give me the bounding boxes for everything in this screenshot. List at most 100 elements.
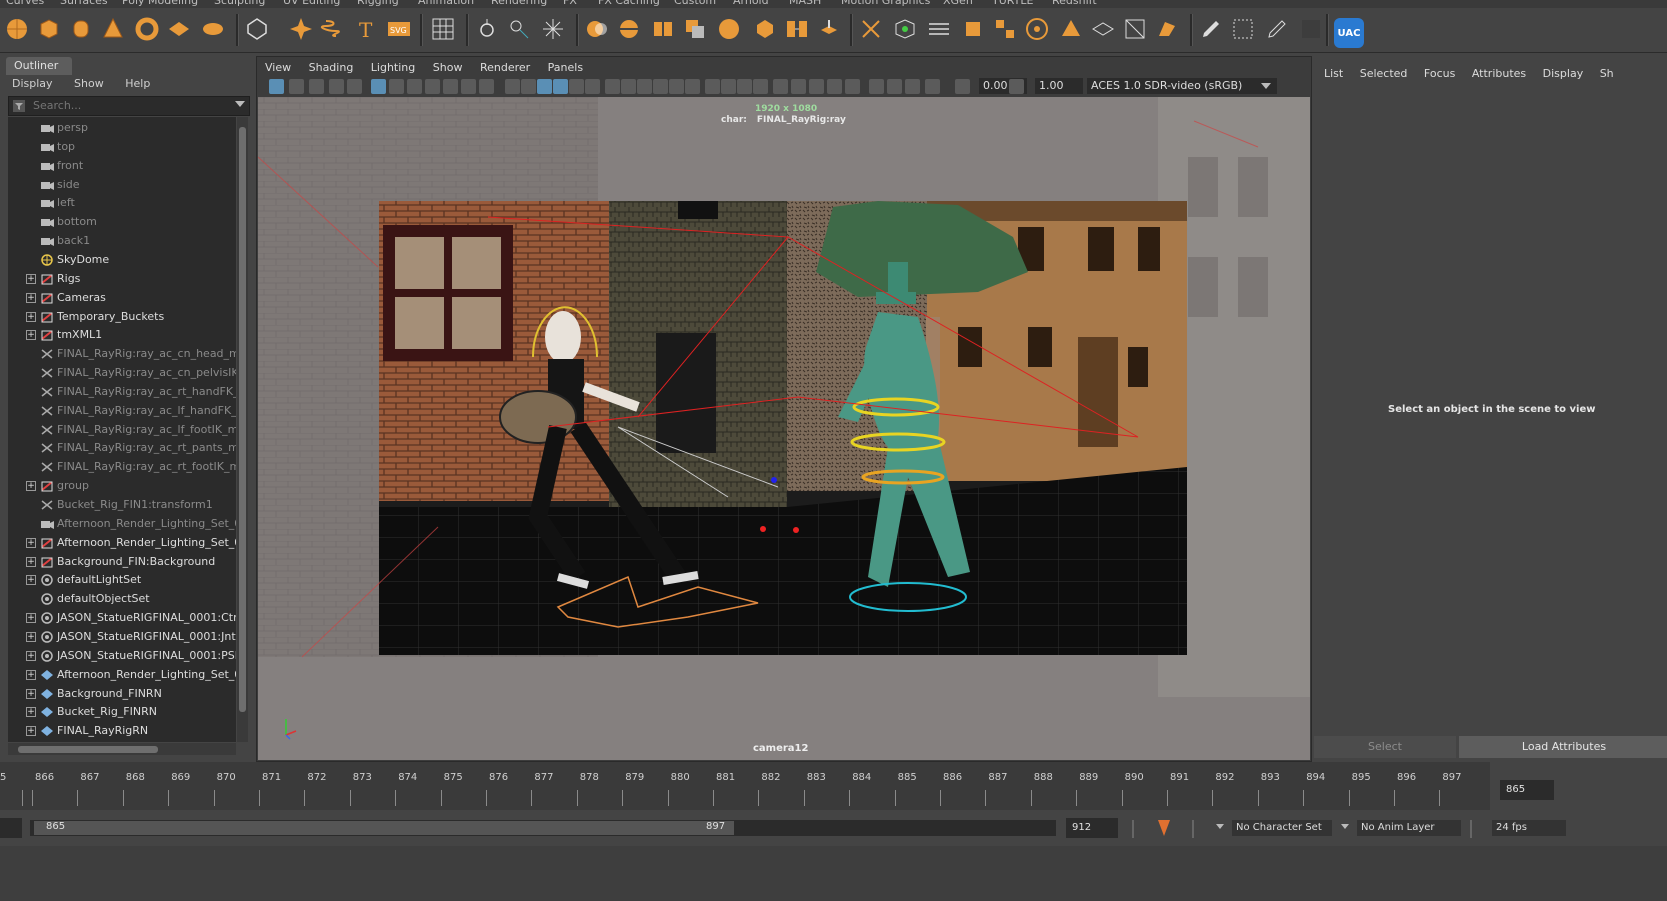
expand-icon[interactable]: + [26, 330, 36, 341]
view-transform-icon[interactable] [809, 79, 824, 94]
outliner-item[interactable]: + FINAL_RayRigRN [8, 722, 236, 740]
poke-icon[interactable] [1022, 14, 1052, 44]
grid-toggle-icon[interactable] [389, 79, 404, 94]
scrollbar-thumb[interactable] [239, 127, 246, 712]
platonic-icon[interactable] [242, 14, 272, 44]
outliner-item[interactable]: + Temporary_Buckets [8, 308, 236, 326]
shelf-tab-arnold[interactable]: Arnold [733, 0, 769, 7]
outliner-item[interactable]: + group [8, 477, 236, 495]
outliner-item[interactable]: FINAL_RayRig:ray_ac_lf_handFK_moti [8, 402, 236, 420]
booleans-icon[interactable] [680, 14, 710, 44]
animation-end-field[interactable]: 912 [1066, 818, 1118, 838]
frame-all-icon[interactable] [905, 79, 920, 94]
2d-pan-icon[interactable] [347, 79, 362, 94]
outliner-item[interactable]: + Background_FIN:Background [8, 553, 236, 571]
outliner-item[interactable]: side [8, 176, 236, 194]
chevron-down-icon[interactable] [1341, 824, 1349, 829]
expand-icon[interactable]: + [26, 481, 36, 492]
outliner-vertical-scrollbar[interactable] [237, 117, 248, 742]
attr-menu-attributes[interactable]: Attributes [1472, 67, 1526, 80]
xray-joints-icon[interactable] [705, 79, 720, 94]
viewport-menu-show[interactable]: Show [433, 61, 463, 74]
outliner-item[interactable]: + JASON_StatueRIGFINAL_0001:PSD_Set [8, 647, 236, 665]
chevron-down-icon[interactable] [1216, 824, 1224, 829]
depth-of-field-icon[interactable] [653, 79, 668, 94]
expand-icon[interactable]: + [26, 669, 36, 680]
outliner-item[interactable]: Afternoon_Render_Lighting_Set_0001 [8, 515, 236, 533]
select-button[interactable]: Select [1314, 736, 1456, 758]
multi-cut-icon[interactable] [856, 14, 886, 44]
exposure-reset-icon[interactable] [955, 79, 970, 94]
shelf-tab-turtle[interactable]: TURTLE [992, 0, 1033, 7]
uac-button[interactable]: UAC [1334, 18, 1364, 48]
range-slider[interactable]: 865 897 [30, 820, 1056, 836]
smooth-shade-icon[interactable] [521, 79, 536, 94]
outliner-item[interactable]: back1 [8, 232, 236, 250]
viewport-menu-renderer[interactable]: Renderer [480, 61, 530, 74]
colorspace-dropdown[interactable]: ACES 1.0 SDR-video (sRGB) [1087, 78, 1277, 94]
outliner-tab[interactable]: Outliner [6, 57, 72, 75]
outliner-item[interactable]: SkyDome [8, 251, 236, 269]
textured-icon[interactable] [553, 79, 568, 94]
anim-layer-dropdown[interactable]: No Anim Layer [1357, 820, 1461, 836]
gamma-field[interactable]: 1.00 [1035, 78, 1083, 94]
outliner-menu-show[interactable]: Show [74, 77, 104, 90]
shelf-tab-poly-modeling[interactable]: Poly Modeling [122, 0, 198, 7]
extract-icon[interactable] [648, 14, 678, 44]
origin-icon[interactable] [538, 14, 568, 44]
viewport-menu-view[interactable]: View [265, 61, 291, 74]
pencil-icon[interactable] [1196, 14, 1226, 44]
outliner-item[interactable]: defaultObjectSet [8, 590, 236, 608]
shelf-tab-xgen[interactable]: XGen [943, 0, 973, 7]
attr-menu-selected[interactable]: Selected [1360, 67, 1408, 80]
key-marker-icon[interactable] [1156, 818, 1172, 838]
svg-icon[interactable]: SVG [384, 14, 414, 44]
shelf-tab-curves[interactable]: Curves [6, 0, 44, 7]
search-dropdown-icon[interactable] [235, 101, 245, 107]
anti-aliasing-icon[interactable] [637, 79, 652, 94]
outliner-item[interactable]: bottom [8, 213, 236, 231]
isolate-icon[interactable] [869, 79, 884, 94]
outliner-item[interactable]: FINAL_RayRig:ray_ac_cn_head_motion [8, 345, 236, 363]
shelf-tab-sculpting[interactable]: Sculpting [214, 0, 265, 7]
camera-attr-icon[interactable] [845, 79, 860, 94]
blank-shelf-icon[interactable] [1296, 14, 1326, 44]
filter-icon[interactable] [13, 100, 25, 112]
film-gate-icon[interactable] [407, 79, 422, 94]
outliner-menu-display[interactable]: Display [12, 77, 53, 90]
gamma-icon[interactable] [791, 79, 806, 94]
expand-icon[interactable]: + [26, 707, 36, 718]
motion-blur-icon[interactable] [621, 79, 636, 94]
bridge-icon[interactable] [782, 14, 812, 44]
backface-icon[interactable] [721, 79, 736, 94]
disc-icon[interactable] [198, 14, 228, 44]
select-camera-icon[interactable] [269, 79, 284, 94]
outliner-item[interactable]: top [8, 138, 236, 156]
viewport-scene[interactable] [258, 97, 1310, 760]
outliner-item[interactable]: FINAL_RayRig:ray_ac_rt_handFK_moti [8, 383, 236, 401]
snap-icon[interactable] [472, 14, 502, 44]
select-highlight-icon[interactable] [753, 79, 768, 94]
shelf-tab-animation[interactable]: Animation [418, 0, 474, 7]
outliner-search-input[interactable] [33, 98, 223, 112]
outliner-item[interactable]: + Bucket_Rig_FINRN [8, 703, 236, 721]
outliner-item[interactable]: front [8, 157, 236, 175]
outliner-item[interactable]: + Background_FINRN [8, 685, 236, 703]
outliner-menu-help[interactable]: Help [125, 77, 150, 90]
uv-layout-icon[interactable] [1152, 14, 1182, 44]
expand-icon[interactable]: + [26, 726, 36, 737]
insert-loop-icon[interactable] [958, 14, 988, 44]
expand-icon[interactable]: + [26, 311, 36, 322]
wireframe-icon[interactable] [505, 79, 520, 94]
cylinder-icon[interactable] [66, 14, 96, 44]
smooth-icon[interactable] [714, 14, 744, 44]
default-material-icon[interactable] [537, 79, 552, 94]
frame-selected-icon[interactable] [925, 79, 940, 94]
shelf-tab-fx[interactable]: FX [563, 0, 577, 7]
bevel-icon[interactable] [750, 14, 780, 44]
bounding-box-icon[interactable] [1228, 14, 1258, 44]
wedge-icon[interactable] [1056, 14, 1086, 44]
camera-attributes-icon[interactable] [289, 79, 304, 94]
fps-dropdown[interactable]: 24 fps [1492, 820, 1566, 836]
expand-icon[interactable]: + [26, 292, 36, 303]
